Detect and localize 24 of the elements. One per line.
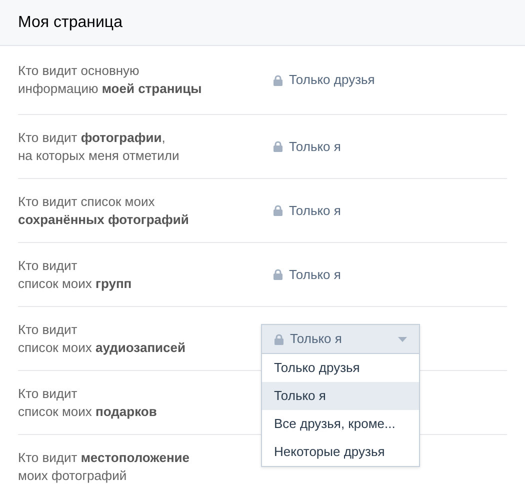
lock-icon [273, 74, 283, 86]
setting-label: Кто видит фотографии, на которых меня отметили [18, 128, 180, 164]
dropdown-option[interactable]: Все друзья, кроме... [262, 410, 419, 438]
lock-icon [273, 205, 283, 216]
lock-icon [274, 334, 284, 344]
privacy-dropdown[interactable]: Только я Только друзья Только я Все друзья, кроме... Некоторые друзья [261, 324, 420, 467]
setting-label: Кто видит список моих подарков [18, 384, 158, 420]
privacy-value[interactable]: Только я [273, 200, 341, 220]
setting-label: Кто видит список моих аудиозаписей [18, 320, 186, 356]
lock-icon [273, 141, 283, 152]
dropdown-value: Только я [290, 330, 343, 348]
privacy-value[interactable]: Только друзья [273, 70, 375, 90]
setting-label: Кто видит список моих сохранённых фотографий [18, 192, 190, 228]
setting-label: Кто видит местоположение моих фотографий [18, 449, 191, 485]
privacy-value[interactable]: Только я [273, 264, 341, 284]
dropdown-option[interactable]: Только я [262, 382, 419, 410]
setting-label: Кто видит основную информацию моей страницы [18, 62, 203, 98]
dropdown-option[interactable]: Только друзья [262, 354, 419, 382]
setting-label: Кто видит список моих групп [18, 256, 133, 292]
privacy-value[interactable]: Только я [273, 136, 341, 156]
lock-icon [273, 269, 283, 280]
page-title: Моя страница [18, 12, 122, 32]
dropdown-option[interactable]: Некоторые друзья [262, 438, 419, 466]
caret-icon [398, 336, 407, 342]
